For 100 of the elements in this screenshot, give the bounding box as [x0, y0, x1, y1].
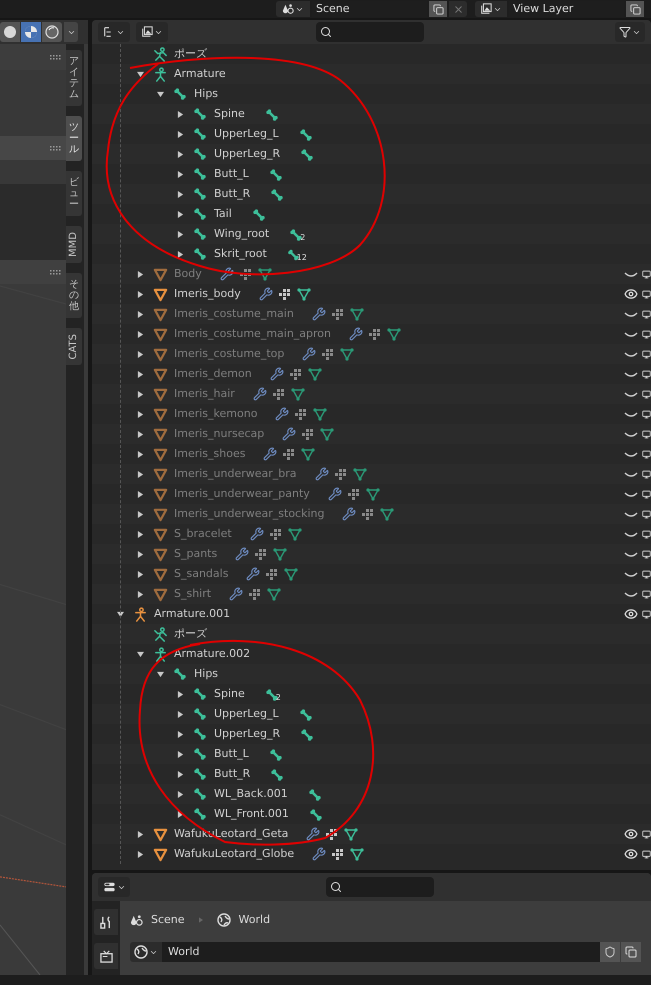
disclosure-triangle-icon[interactable]	[176, 690, 184, 698]
disclosure-triangle-icon[interactable]	[176, 750, 184, 758]
vertex-groups-icon[interactable]	[362, 508, 374, 520]
vertex-groups-icon[interactable]	[334, 468, 347, 480]
disclosure-triangle-icon[interactable]	[136, 310, 144, 318]
eye-icon[interactable]	[624, 827, 638, 841]
drag-handle-icon[interactable]	[50, 270, 62, 274]
new-view-layer-button[interactable]	[626, 1, 644, 17]
vertex-groups-icon[interactable]	[266, 568, 278, 580]
render-tab[interactable]	[94, 943, 118, 969]
wrench-icon[interactable]	[312, 307, 326, 321]
render-toggle-icon[interactable]	[642, 270, 651, 278]
vertex-groups-icon[interactable]	[272, 388, 285, 400]
vertex-groups-icon[interactable]	[290, 368, 302, 380]
wrench-icon[interactable]	[275, 407, 290, 421]
wrench-icon[interactable]	[342, 507, 356, 521]
eye-icon[interactable]	[624, 607, 638, 621]
vertex-groups-icon[interactable]	[283, 448, 296, 460]
mesh-data-icon[interactable]	[301, 447, 316, 461]
mesh-data-icon[interactable]	[290, 387, 305, 401]
disclosure-triangle-icon[interactable]	[136, 70, 144, 78]
new-world-button[interactable]	[621, 942, 641, 962]
mesh-data-icon[interactable]	[296, 287, 311, 301]
disclosure-triangle-icon[interactable]	[136, 270, 144, 278]
render-toggle-icon[interactable]	[642, 350, 651, 358]
disclosure-triangle-icon[interactable]	[176, 710, 184, 718]
disclosure-triangle-icon[interactable]	[176, 170, 184, 178]
wrench-icon[interactable]	[282, 427, 296, 441]
eye-icon[interactable]	[624, 847, 638, 861]
mesh-data-icon[interactable]	[320, 427, 334, 441]
display-mode-dropdown[interactable]	[98, 22, 130, 42]
vertex-groups-icon[interactable]	[332, 308, 344, 320]
render-toggle-icon[interactable]	[642, 530, 651, 538]
wrench-icon[interactable]	[235, 547, 250, 561]
disclosure-triangle-icon[interactable]	[136, 510, 144, 518]
mesh-data-icon[interactable]	[380, 507, 394, 521]
disclosure-triangle-icon[interactable]	[176, 150, 184, 158]
delete-scene-button[interactable]	[449, 1, 467, 17]
sidebar-tab[interactable]: その他	[66, 272, 82, 318]
wrench-icon[interactable]	[229, 587, 244, 601]
mesh-data-icon[interactable]	[284, 567, 298, 581]
world-name-field[interactable]: World	[162, 942, 600, 962]
sidebar-tab[interactable]: MMD	[66, 226, 82, 263]
disclosure-triangle-icon[interactable]	[176, 230, 184, 238]
vertex-groups-icon[interactable]	[348, 488, 360, 500]
mesh-data-icon[interactable]	[350, 307, 364, 321]
shading-mode-button[interactable]	[42, 22, 62, 42]
new-scene-button[interactable]	[429, 1, 447, 17]
vertex-groups-icon[interactable]	[369, 328, 382, 340]
disclosure-triangle-icon[interactable]	[136, 350, 144, 358]
render-toggle-icon[interactable]	[642, 310, 651, 318]
eye-icon[interactable]	[624, 287, 638, 301]
disclosure-triangle-icon[interactable]	[176, 770, 184, 778]
wrench-icon[interactable]	[220, 267, 234, 281]
vertex-groups-icon[interactable]	[326, 828, 338, 840]
disclosure-triangle-icon[interactable]	[136, 390, 144, 398]
drag-handle-icon[interactable]	[50, 146, 62, 150]
disclosure-triangle-icon[interactable]	[136, 850, 144, 858]
sidebar-tab[interactable]: CATS	[66, 328, 82, 366]
vertex-groups-icon[interactable]	[302, 428, 314, 440]
disclosure-triangle-icon[interactable]	[136, 530, 144, 538]
mesh-data-icon[interactable]	[288, 527, 302, 541]
render-toggle-icon[interactable]	[642, 570, 651, 578]
render-toggle-icon[interactable]	[642, 330, 651, 338]
disclosure-triangle-icon[interactable]	[136, 570, 144, 578]
disclosure-triangle-icon[interactable]	[176, 250, 184, 258]
render-toggle-icon[interactable]	[642, 450, 651, 458]
shading-mode-button[interactable]	[21, 22, 41, 42]
wrench-icon[interactable]	[306, 827, 320, 841]
disclosure-triangle-icon[interactable]	[136, 470, 144, 478]
wrench-icon[interactable]	[328, 487, 342, 501]
wrench-icon[interactable]	[314, 467, 329, 481]
disclosure-triangle-icon[interactable]	[136, 410, 144, 418]
vertex-groups-icon[interactable]	[278, 288, 291, 300]
disclosure-triangle-icon[interactable]	[136, 830, 144, 838]
mesh-data-icon[interactable]	[366, 487, 380, 501]
render-toggle-icon[interactable]	[642, 610, 651, 618]
disclosure-triangle-icon[interactable]	[156, 670, 164, 678]
mesh-data-icon[interactable]	[308, 367, 322, 381]
disclosure-triangle-icon[interactable]	[136, 490, 144, 498]
wrench-icon[interactable]	[263, 447, 278, 461]
mesh-data-icon[interactable]	[350, 847, 364, 861]
vertex-groups-icon[interactable]	[332, 848, 344, 860]
wrench-icon[interactable]	[246, 567, 260, 581]
disclosure-triangle-icon[interactable]	[176, 190, 184, 198]
sidebar-tab[interactable]: アイテム	[66, 50, 82, 106]
wrench-icon[interactable]	[250, 527, 264, 541]
render-toggle-icon[interactable]	[642, 390, 651, 398]
mesh-data-icon[interactable]	[352, 467, 367, 481]
search-field[interactable]	[316, 22, 424, 42]
mesh-data-icon[interactable]	[387, 327, 402, 341]
disclosure-triangle-icon[interactable]	[116, 610, 124, 618]
view-layer-browse-button[interactable]	[475, 1, 507, 17]
disclosure-triangle-icon[interactable]	[136, 430, 144, 438]
render-toggle-icon[interactable]	[642, 830, 651, 838]
render-toggle-icon[interactable]	[642, 290, 651, 298]
world-browse-button[interactable]	[130, 942, 162, 962]
render-toggle-icon[interactable]	[642, 410, 651, 418]
shading-mode-button[interactable]	[0, 22, 20, 42]
disclosure-triangle-icon[interactable]	[176, 210, 184, 218]
